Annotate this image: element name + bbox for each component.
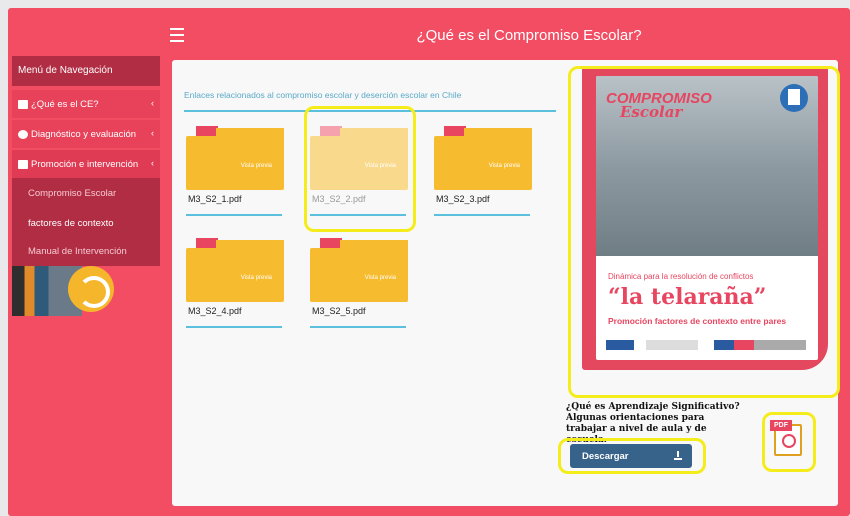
folder-icon: Vista previa: [186, 124, 284, 190]
divider: [186, 326, 282, 328]
folder-icon: Vista previa: [310, 236, 408, 302]
refresh-icon: [68, 266, 114, 312]
file-card[interactable]: Vista previa M3_S2_3.pdf: [434, 124, 534, 242]
divider: [310, 326, 406, 328]
file-name: M3_S2_1.pdf: [188, 194, 242, 204]
download-icon: [674, 451, 682, 460]
preview-label[interactable]: Vista previa: [241, 275, 272, 281]
submenu-item-factores[interactable]: factores de contexto: [28, 218, 114, 229]
submenu-item-manual[interactable]: Manual de Intervención: [28, 246, 127, 257]
file-card[interactable]: Vista previa M3_S2_5.pdf: [310, 236, 410, 354]
file-card[interactable]: Vista previa M3_S2_4.pdf: [186, 236, 286, 354]
edit-icon: [18, 159, 28, 169]
chevron-left-icon: ‹: [151, 98, 154, 108]
sidebar-item-promocion[interactable]: Promoción e intervención ‹: [12, 150, 160, 178]
file-name: M3_S2_4.pdf: [188, 306, 242, 316]
divider: [434, 214, 530, 216]
highlight-box: [568, 66, 840, 398]
folder-icon: Vista previa: [186, 236, 284, 302]
sidebar-item-label: Promoción e intervención: [31, 158, 139, 170]
sidebar-item-diagnostico[interactable]: Diagnóstico y evaluación ‹: [12, 120, 160, 148]
sidebar-item-label: Diagnóstico y evaluación: [31, 128, 137, 140]
download-label: Descargar: [582, 451, 629, 462]
app-frame: ¿Qué es el Compromiso Escolar? Menú de N…: [8, 8, 850, 516]
pdf-icon[interactable]: PDF: [770, 418, 806, 458]
file-name: M3_S2_3.pdf: [436, 194, 490, 204]
chevron-left-icon: ‹: [151, 158, 154, 168]
chart-icon: [18, 129, 28, 139]
highlight-box: [304, 106, 416, 232]
sidebar-image: [12, 266, 160, 316]
sidebar-item-label: ¿Qué es el CE?: [31, 98, 99, 110]
download-button[interactable]: Descargar: [570, 444, 692, 468]
info-icon: [18, 99, 28, 109]
preview-label[interactable]: Vista previa: [241, 163, 272, 169]
file-card[interactable]: Vista previa M3_S2_1.pdf: [186, 124, 286, 242]
submenu-item-compromiso[interactable]: Compromiso Escolar: [28, 188, 116, 199]
folder-icon: Vista previa: [434, 124, 532, 190]
links-title: Enlaces relacionados al compromiso escol…: [184, 90, 462, 100]
chevron-left-icon: ‹: [151, 128, 154, 138]
sidebar-item-que-es-ce[interactable]: ¿Qué es el CE? ‹: [12, 90, 160, 118]
submenu: Compromiso Escolar factores de contexto …: [12, 178, 160, 266]
preview-label[interactable]: Vista previa: [489, 163, 520, 169]
sidebar: Menú de Navegación ¿Qué es el CE? ‹ Diag…: [8, 48, 160, 516]
divider: [186, 214, 282, 216]
file-name: M3_S2_5.pdf: [312, 306, 366, 316]
page-title: ¿Qué es el Compromiso Escolar?: [416, 27, 642, 44]
menu-title: Menú de Navegación: [12, 56, 160, 86]
preview-label[interactable]: Vista previa: [365, 275, 396, 281]
